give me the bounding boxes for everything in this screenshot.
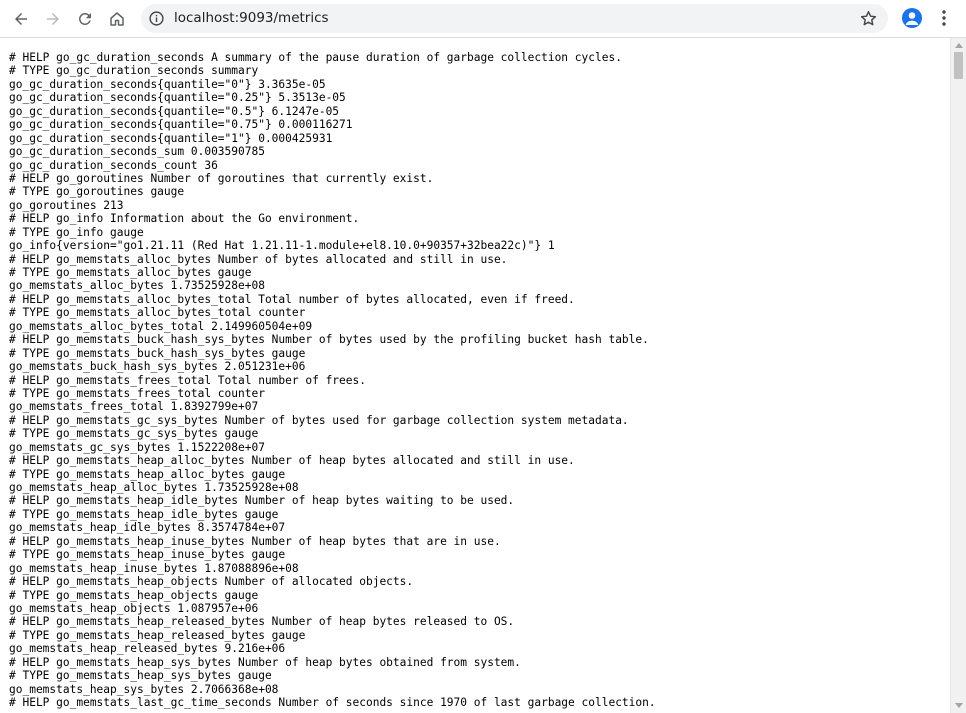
metric-line: go_memstats_buck_hash_sys_bytes 2.051231… bbox=[9, 360, 306, 374]
metric-line: # TYPE go_memstats_heap_released_bytes g… bbox=[9, 628, 306, 642]
vertical-scrollbar[interactable] bbox=[950, 38, 966, 713]
metric-line: # TYPE go_memstats_buck_hash_sys_bytes g… bbox=[9, 346, 306, 360]
profile-button[interactable] bbox=[902, 8, 922, 28]
back-button[interactable] bbox=[7, 5, 35, 33]
browser-menu-button[interactable] bbox=[934, 6, 954, 30]
metric-line: # HELP go_memstats_alloc_bytes_total Tot… bbox=[9, 292, 575, 306]
forward-button[interactable] bbox=[39, 5, 67, 33]
metric-line: # TYPE go_memstats_heap_alloc_bytes gaug… bbox=[9, 467, 286, 481]
metric-line: # TYPE go_memstats_frees_total counter bbox=[9, 386, 265, 400]
metric-line: go_memstats_heap_idle_bytes 8.3574784e+0… bbox=[9, 521, 286, 535]
metric-line: # TYPE go_memstats_heap_inuse_bytes gaug… bbox=[9, 548, 286, 562]
page-content: # HELP go_gc_duration_seconds A summary … bbox=[0, 38, 950, 713]
metric-line: # TYPE go_memstats_heap_sys_bytes gauge bbox=[9, 669, 272, 683]
metric-line: # TYPE go_memstats_gc_sys_bytes gauge bbox=[9, 427, 259, 441]
metric-line: # HELP go_goroutines Number of goroutine… bbox=[9, 171, 434, 185]
metrics-text: # HELP go_gc_duration_seconds A summary … bbox=[0, 38, 950, 709]
metric-line: # HELP go_gc_duration_seconds A summary … bbox=[9, 51, 622, 64]
metric-line: # HELP go_memstats_last_gc_time_seconds … bbox=[9, 696, 656, 709]
metric-line: # HELP go_memstats_heap_alloc_bytes Numb… bbox=[9, 454, 575, 468]
browser-toolbar: localhost:9093/metrics bbox=[0, 0, 966, 38]
home-icon bbox=[110, 12, 124, 26]
metric-line: # HELP go_memstats_gc_sys_bytes Number o… bbox=[9, 413, 629, 427]
reload-icon bbox=[78, 12, 91, 25]
metric-line: # TYPE go_gc_duration_seconds summary bbox=[9, 64, 259, 78]
metric-line: go_info{version="go1.21.11 (Red Hat 1.21… bbox=[9, 239, 555, 253]
metric-line: go_memstats_frees_total 1.8392799e+07 bbox=[9, 400, 259, 414]
arrow-right-icon bbox=[47, 13, 59, 25]
metric-line: go_gc_duration_seconds{quantile="0.25"} … bbox=[9, 91, 346, 105]
metric-line: go_memstats_heap_sys_bytes 2.7066368e+08 bbox=[9, 682, 279, 696]
metric-line: # HELP go_memstats_heap_idle_bytes Numbe… bbox=[9, 494, 515, 508]
arrow-left-icon bbox=[15, 13, 27, 25]
star-icon[interactable] bbox=[859, 9, 878, 28]
metric-line: go_gc_duration_seconds_count 36 bbox=[9, 158, 218, 172]
reload-button[interactable] bbox=[71, 5, 99, 33]
metric-line: # TYPE go_memstats_alloc_bytes gauge bbox=[9, 266, 252, 279]
metric-line: go_memstats_gc_sys_bytes 1.1522208e+07 bbox=[9, 440, 265, 454]
address-bar[interactable]: localhost:9093/metrics bbox=[141, 4, 888, 33]
metric-line: # HELP go_memstats_alloc_bytes Number of… bbox=[9, 252, 508, 266]
metric-line: # HELP go_memstats_buck_hash_sys_bytes N… bbox=[9, 333, 649, 347]
metric-line: go_goroutines 213 bbox=[9, 198, 124, 212]
metric-line: go_memstats_heap_released_bytes 9.216e+0… bbox=[9, 642, 286, 656]
metric-line: # TYPE go_memstats_heap_idle_bytes gauge bbox=[9, 507, 279, 521]
metric-line: # TYPE go_memstats_alloc_bytes_total cou… bbox=[9, 306, 306, 320]
scrollbar-thumb[interactable] bbox=[954, 52, 963, 79]
metric-line: # HELP go_info Information about the Go … bbox=[9, 212, 360, 226]
metric-line: go_memstats_alloc_bytes 1.73525928e+08 bbox=[9, 279, 265, 293]
metric-line: go_gc_duration_seconds{quantile="0"} 3.3… bbox=[9, 77, 326, 91]
kebab-menu-icon bbox=[942, 10, 946, 26]
metric-line: # HELP go_memstats_heap_objects Number o… bbox=[9, 575, 414, 589]
metric-line: # TYPE go_goroutines gauge bbox=[9, 185, 185, 199]
person-icon bbox=[905, 12, 919, 25]
metric-line: go_gc_duration_seconds{quantile="0.5"} 6… bbox=[9, 104, 340, 118]
metric-line: # HELP go_memstats_heap_released_bytes N… bbox=[9, 615, 515, 629]
metric-line: # HELP go_memstats_frees_total Total num… bbox=[9, 373, 366, 387]
metric-line: go_memstats_heap_alloc_bytes 1.73525928e… bbox=[9, 481, 299, 494]
metric-line: # HELP go_memstats_heap_sys_bytes Number… bbox=[9, 655, 521, 669]
metric-line: # TYPE go_memstats_heap_objects gauge bbox=[9, 588, 259, 602]
scroll-down-arrow-icon[interactable] bbox=[955, 703, 963, 708]
metric-line: go_gc_duration_seconds{quantile="0.75"} … bbox=[9, 118, 353, 132]
scroll-up-arrow-icon[interactable] bbox=[955, 43, 963, 48]
home-button[interactable] bbox=[103, 5, 131, 33]
metric-line: # HELP go_memstats_heap_inuse_bytes Numb… bbox=[9, 534, 501, 548]
info-icon[interactable] bbox=[148, 10, 165, 27]
metric-line: go_memstats_alloc_bytes_total 2.14996050… bbox=[9, 319, 313, 333]
metric-line: go_gc_duration_seconds{quantile="1"} 0.0… bbox=[9, 131, 333, 145]
metric-line: go_memstats_heap_inuse_bytes 1.87088896e… bbox=[9, 561, 299, 575]
metric-line: go_memstats_heap_objects 1.087957e+06 bbox=[9, 601, 259, 615]
metric-line: go_gc_duration_seconds_sum 0.003590785 bbox=[9, 145, 265, 159]
url-text[interactable]: localhost:9093/metrics bbox=[174, 10, 329, 27]
metric-line: # TYPE go_info gauge bbox=[9, 225, 144, 239]
